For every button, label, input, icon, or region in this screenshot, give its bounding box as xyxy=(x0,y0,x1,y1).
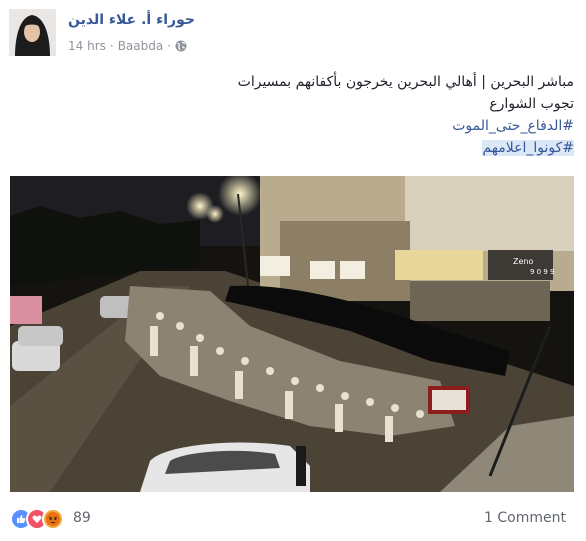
location-link[interactable]: Baabda xyxy=(118,39,164,53)
shop-sign-text: Zeno xyxy=(513,257,533,266)
night-march-photo: Zeno 9 0 9 9 xyxy=(10,176,574,492)
post-text-line-1: مباشر البحرين | أهالي البحرين يخرجون بأك… xyxy=(237,74,574,90)
hashtag-link-highlighted[interactable]: #كونوا_اعلامهم xyxy=(482,140,574,156)
globe-icon[interactable] xyxy=(175,40,187,52)
post-meta: 14 hrs · Baabda · xyxy=(68,39,187,53)
timestamp[interactable]: 14 hrs xyxy=(68,39,106,53)
shop-number-text: 9 0 9 9 xyxy=(530,268,555,276)
author-name[interactable]: حوراء أ. علاء الدين xyxy=(68,12,195,28)
feed-post: حوراء أ. علاء الدين 14 hrs · Baabda · مب… xyxy=(0,0,586,541)
hashtag-link[interactable]: #الدفاع_حتى_الموت xyxy=(452,118,574,134)
reaction-icons[interactable] xyxy=(10,508,64,530)
post-text-line-2: تجوب الشوارع xyxy=(489,96,574,112)
angry-icon[interactable] xyxy=(42,508,64,530)
reaction-count[interactable]: 89 xyxy=(73,510,91,526)
post-photo[interactable]: Zeno 9 0 9 9 xyxy=(10,176,574,492)
avatar-image xyxy=(9,9,56,56)
avatar[interactable] xyxy=(9,9,56,56)
comments-link[interactable]: 1 Comment xyxy=(484,510,566,526)
meta-separator: · xyxy=(167,39,172,53)
post-footer: 89 1 Comment xyxy=(10,505,576,531)
post-text: مباشر البحرين | أهالي البحرين يخرجون بأك… xyxy=(34,71,574,159)
meta-separator: · xyxy=(109,39,114,53)
